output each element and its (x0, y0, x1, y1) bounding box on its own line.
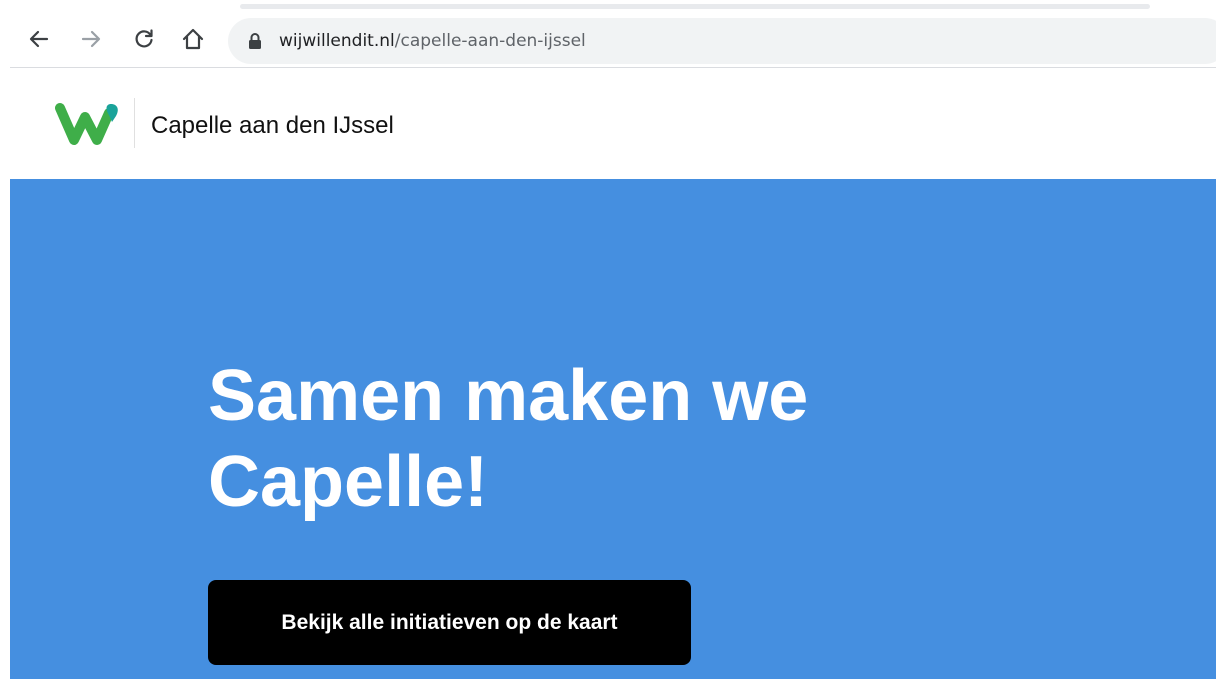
view-initiatives-map-button[interactable]: Bekijk alle initiatieven op de kaart (208, 580, 691, 665)
home-icon[interactable] (176, 22, 210, 56)
wijwillendit-logo[interactable] (54, 100, 120, 148)
hero-section: Samen maken we Capelle! Bekijk alle init… (10, 179, 1216, 679)
address-bar[interactable]: wijwillendit.nl/capelle-aan-den-ijssel (228, 18, 1216, 64)
site-title: Capelle aan den IJssel (151, 112, 394, 139)
url-path: /capelle-aan-den-ijssel (394, 31, 586, 51)
hero-heading: Samen maken we Capelle! (208, 353, 1008, 525)
tab-strip-edge (240, 4, 1150, 9)
reload-icon[interactable] (127, 22, 161, 56)
url-domain: wijwillendit.nl (279, 31, 395, 51)
browser-toolbar: wijwillendit.nl/capelle-aan-den-ijssel (0, 0, 1216, 68)
header-divider (134, 98, 135, 148)
hero-heading-line1: Samen maken we (208, 356, 809, 436)
lock-icon[interactable] (248, 32, 262, 50)
back-arrow-icon[interactable] (22, 22, 56, 56)
forward-arrow-icon[interactable] (74, 22, 108, 56)
url-text[interactable]: wijwillendit.nl/capelle-aan-den-ijssel (279, 30, 586, 52)
hero-heading-line2: Capelle! (208, 442, 489, 522)
site-header: Capelle aan den IJssel (10, 68, 1216, 179)
